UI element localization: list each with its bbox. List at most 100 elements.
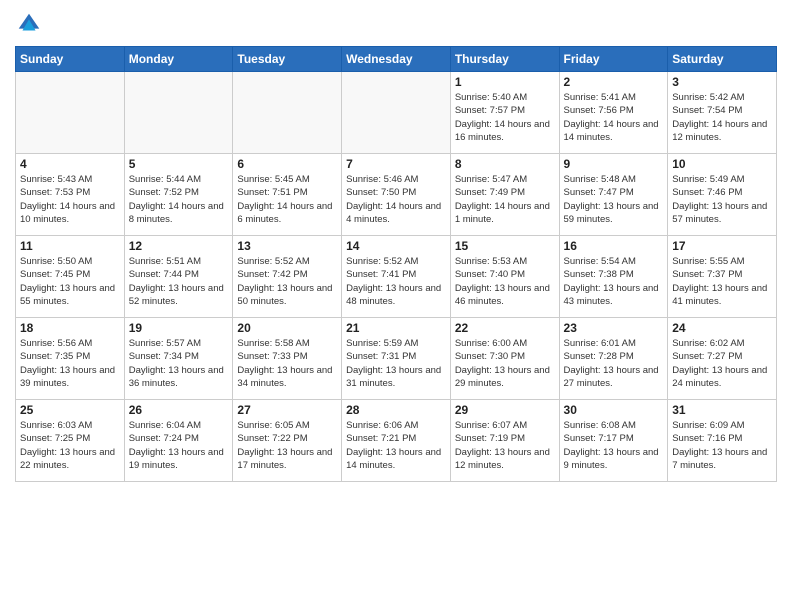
day-cell: 6 Sunrise: 5:45 AMSunset: 7:51 PMDaylight… [233, 154, 342, 236]
page-container: SundayMondayTuesdayWednesdayThursdayFrid… [0, 0, 792, 492]
day-cell: 24 Sunrise: 6:02 AMSunset: 7:27 PMDayligh… [668, 318, 777, 400]
day-number: 28 [346, 403, 446, 417]
day-info: Sunrise: 6:03 AMSunset: 7:25 PMDaylight:… [20, 419, 120, 472]
day-info: Sunrise: 5:55 AMSunset: 7:37 PMDaylight:… [672, 255, 772, 308]
day-info: Sunrise: 5:44 AMSunset: 7:52 PMDaylight:… [129, 173, 229, 226]
day-cell: 15Sunrise: 5:53 AMSunset: 7:40 PMDayligh… [450, 236, 559, 318]
day-info: Sunrise: 5:42 AMSunset: 7:54 PMDaylight:… [672, 91, 772, 144]
day-info: Sunrise: 5:56 AMSunset: 7:35 PMDaylight:… [20, 337, 120, 390]
day-number: 6 [237, 157, 337, 171]
day-number: 24 [672, 321, 772, 335]
day-number: 7 [346, 157, 446, 171]
day-info: Sunrise: 6:06 AMSunset: 7:21 PMDaylight:… [346, 419, 446, 472]
day-info: Sunrise: 6:04 AMSunset: 7:24 PMDaylight:… [129, 419, 229, 472]
day-cell: 17 Sunrise: 5:55 AMSunset: 7:37 PMDayligh… [668, 236, 777, 318]
day-info: Sunrise: 5:59 AMSunset: 7:31 PMDaylight:… [346, 337, 446, 390]
day-cell [16, 72, 125, 154]
day-cell [124, 72, 233, 154]
day-cell: 12 Sunrise: 5:51 AMSunset: 7:44 PMDayligh… [124, 236, 233, 318]
day-number: 21 [346, 321, 446, 335]
day-cell: 30 Sunrise: 6:08 AMSunset: 7:17 PMDayligh… [559, 400, 668, 482]
weekday-header-thursday: Thursday [450, 47, 559, 72]
day-number: 13 [237, 239, 337, 253]
day-number: 20 [237, 321, 337, 335]
day-info: Sunrise: 5:45 AMSunset: 7:51 PMDaylight:… [237, 173, 337, 226]
day-number: 11 [20, 239, 120, 253]
day-cell: 10 Sunrise: 5:49 AMSunset: 7:46 PMDayligh… [668, 154, 777, 236]
day-info: Sunrise: 6:01 AMSunset: 7:28 PMDaylight:… [564, 337, 664, 390]
day-number: 1 [455, 75, 555, 89]
day-cell: 3 Sunrise: 5:42 AMSunset: 7:54 PMDaylight… [668, 72, 777, 154]
day-cell: 14Sunrise: 5:52 AMSunset: 7:41 PMDayligh… [342, 236, 451, 318]
day-cell: 23Sunrise: 6:01 AMSunset: 7:28 PMDayligh… [559, 318, 668, 400]
day-number: 18 [20, 321, 120, 335]
week-row-2: 4 Sunrise: 5:43 AMSunset: 7:53 PMDaylight… [16, 154, 777, 236]
day-cell: 13Sunrise: 5:52 AMSunset: 7:42 PMDayligh… [233, 236, 342, 318]
calendar: SundayMondayTuesdayWednesdayThursdayFrid… [15, 46, 777, 482]
day-number: 4 [20, 157, 120, 171]
day-cell [233, 72, 342, 154]
day-info: Sunrise: 6:09 AMSunset: 7:16 PMDaylight:… [672, 419, 772, 472]
day-info: Sunrise: 5:48 AMSunset: 7:47 PMDaylight:… [564, 173, 664, 226]
day-number: 27 [237, 403, 337, 417]
day-info: Sunrise: 5:43 AMSunset: 7:53 PMDaylight:… [20, 173, 120, 226]
day-info: Sunrise: 5:53 AMSunset: 7:40 PMDaylight:… [455, 255, 555, 308]
day-number: 9 [564, 157, 664, 171]
day-info: Sunrise: 5:57 AMSunset: 7:34 PMDaylight:… [129, 337, 229, 390]
weekday-header-tuesday: Tuesday [233, 47, 342, 72]
day-cell: 28 Sunrise: 6:06 AMSunset: 7:21 PMDayligh… [342, 400, 451, 482]
day-cell: 27 Sunrise: 6:05 AMSunset: 7:22 PMDayligh… [233, 400, 342, 482]
day-cell: 26Sunrise: 6:04 AMSunset: 7:24 PMDayligh… [124, 400, 233, 482]
weekday-header-saturday: Saturday [668, 47, 777, 72]
day-number: 5 [129, 157, 229, 171]
day-cell: 7 Sunrise: 5:46 AMSunset: 7:50 PMDaylight… [342, 154, 451, 236]
day-info: Sunrise: 6:05 AMSunset: 7:22 PMDaylight:… [237, 419, 337, 472]
day-info: Sunrise: 6:07 AMSunset: 7:19 PMDaylight:… [455, 419, 555, 472]
day-cell: 21 Sunrise: 5:59 AMSunset: 7:31 PMDayligh… [342, 318, 451, 400]
day-number: 12 [129, 239, 229, 253]
day-info: Sunrise: 5:58 AMSunset: 7:33 PMDaylight:… [237, 337, 337, 390]
day-cell: 22 Sunrise: 6:00 AMSunset: 7:30 PMDayligh… [450, 318, 559, 400]
day-info: Sunrise: 6:08 AMSunset: 7:17 PMDaylight:… [564, 419, 664, 472]
day-number: 17 [672, 239, 772, 253]
day-number: 19 [129, 321, 229, 335]
day-cell: 31 Sunrise: 6:09 AMSunset: 7:16 PMDayligh… [668, 400, 777, 482]
day-info: Sunrise: 5:51 AMSunset: 7:44 PMDaylight:… [129, 255, 229, 308]
day-cell: 16 Sunrise: 5:54 AMSunset: 7:38 PMDayligh… [559, 236, 668, 318]
day-cell: 2Sunrise: 5:41 AMSunset: 7:56 PMDaylight… [559, 72, 668, 154]
day-info: Sunrise: 5:40 AMSunset: 7:57 PMDaylight:… [455, 91, 555, 144]
day-number: 22 [455, 321, 555, 335]
day-number: 8 [455, 157, 555, 171]
weekday-header-wednesday: Wednesday [342, 47, 451, 72]
week-row-4: 18 Sunrise: 5:56 AMSunset: 7:35 PMDayligh… [16, 318, 777, 400]
day-cell: 25 Sunrise: 6:03 AMSunset: 7:25 PMDayligh… [16, 400, 125, 482]
day-number: 31 [672, 403, 772, 417]
day-number: 16 [564, 239, 664, 253]
day-info: Sunrise: 5:54 AMSunset: 7:38 PMDaylight:… [564, 255, 664, 308]
day-number: 25 [20, 403, 120, 417]
day-info: Sunrise: 5:46 AMSunset: 7:50 PMDaylight:… [346, 173, 446, 226]
day-number: 29 [455, 403, 555, 417]
day-cell: 8Sunrise: 5:47 AMSunset: 7:49 PMDaylight… [450, 154, 559, 236]
day-cell: 19 Sunrise: 5:57 AMSunset: 7:34 PMDayligh… [124, 318, 233, 400]
weekday-header-monday: Monday [124, 47, 233, 72]
day-cell: 4 Sunrise: 5:43 AMSunset: 7:53 PMDaylight… [16, 154, 125, 236]
header [15, 10, 777, 38]
day-number: 3 [672, 75, 772, 89]
day-number: 30 [564, 403, 664, 417]
week-row-5: 25 Sunrise: 6:03 AMSunset: 7:25 PMDayligh… [16, 400, 777, 482]
day-info: Sunrise: 5:49 AMSunset: 7:46 PMDaylight:… [672, 173, 772, 226]
week-row-1: 1 Sunrise: 5:40 AMSunset: 7:57 PMDaylight… [16, 72, 777, 154]
day-number: 10 [672, 157, 772, 171]
day-number: 2 [564, 75, 664, 89]
day-info: Sunrise: 6:00 AMSunset: 7:30 PMDaylight:… [455, 337, 555, 390]
day-cell: 29 Sunrise: 6:07 AMSunset: 7:19 PMDayligh… [450, 400, 559, 482]
weekday-header-row: SundayMondayTuesdayWednesdayThursdayFrid… [16, 47, 777, 72]
day-cell: 20 Sunrise: 5:58 AMSunset: 7:33 PMDayligh… [233, 318, 342, 400]
day-cell: 18 Sunrise: 5:56 AMSunset: 7:35 PMDayligh… [16, 318, 125, 400]
day-info: Sunrise: 5:50 AMSunset: 7:45 PMDaylight:… [20, 255, 120, 308]
day-number: 14 [346, 239, 446, 253]
day-cell: 5 Sunrise: 5:44 AMSunset: 7:52 PMDaylight… [124, 154, 233, 236]
day-cell: 11 Sunrise: 5:50 AMSunset: 7:45 PMDayligh… [16, 236, 125, 318]
day-info: Sunrise: 6:02 AMSunset: 7:27 PMDaylight:… [672, 337, 772, 390]
